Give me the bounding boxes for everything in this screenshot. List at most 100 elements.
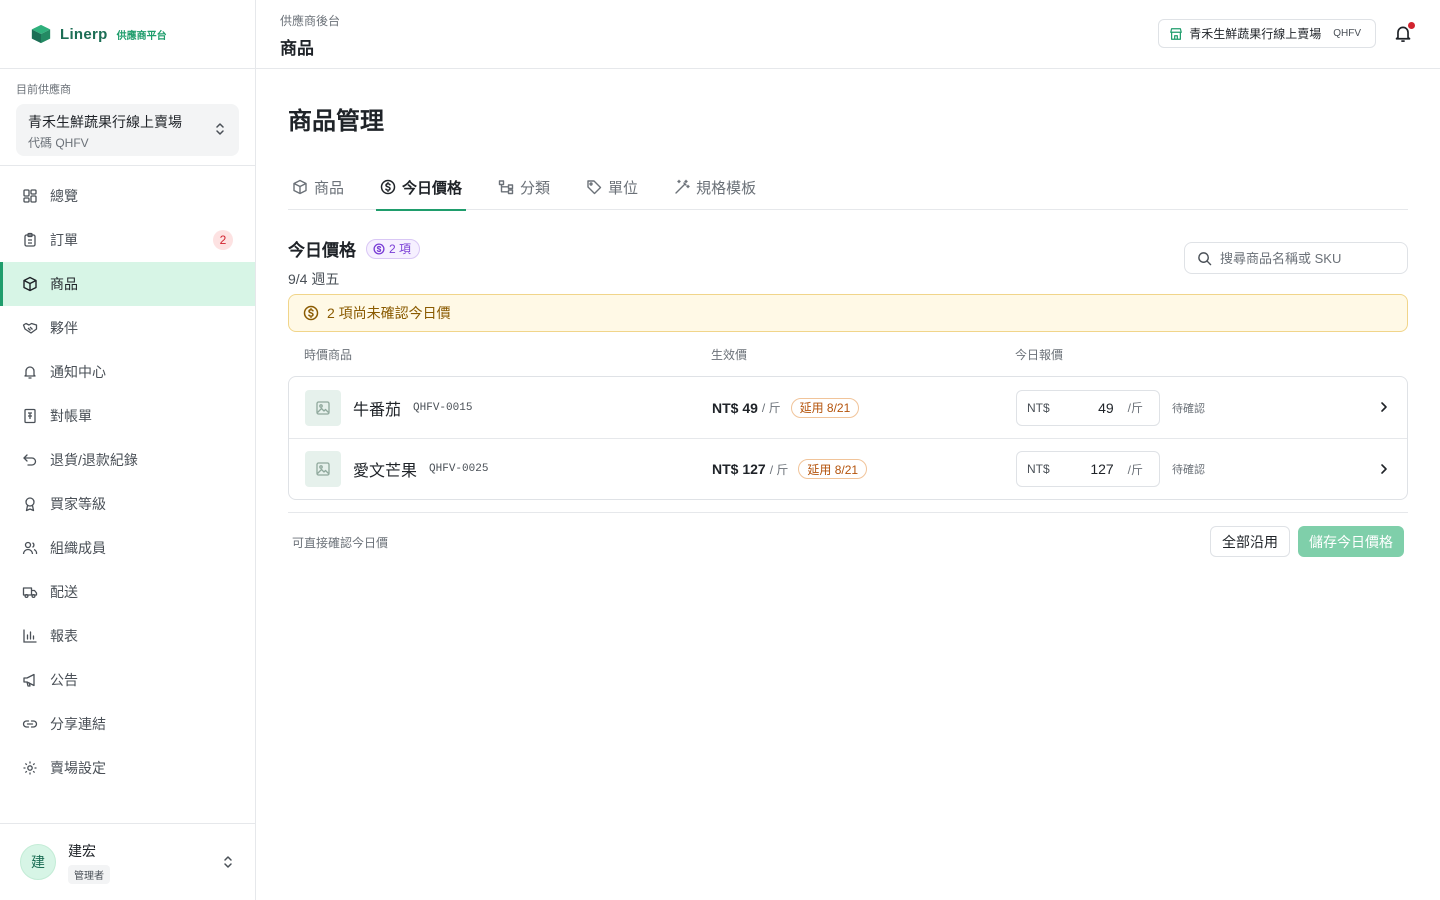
column-header-product: 時價商品	[304, 347, 353, 362]
table-header: 時價商品 生效價 今日報價	[288, 332, 1408, 376]
sidebar-item-members[interactable]: 組織成員	[0, 526, 255, 570]
currency-label: NT$	[1027, 462, 1050, 476]
sidebar-item-label: 配送	[50, 584, 78, 600]
product-cell: 牛番茄 QHFV-0015	[289, 389, 712, 426]
link-icon	[22, 720, 38, 728]
tree-icon	[498, 180, 514, 195]
status-text: 待確認	[1172, 402, 1205, 415]
sidebar-item-label: 商品	[50, 276, 78, 292]
sidebar-item-store-settings[interactable]: 賣場設定	[0, 746, 255, 790]
quote-price-field[interactable]: NT$ /斤	[1016, 451, 1160, 487]
section-title-text: 今日價格	[288, 241, 356, 260]
price-table: 牛番茄 QHFV-0015 NT$ 49 / 斤 延用 8/21 NT$ /斤 …	[288, 376, 1408, 500]
brand[interactable]: Linerp 供應商平台	[0, 0, 255, 69]
search-input[interactable]	[1220, 250, 1400, 266]
unconfirmed-alert: 2 項尚未確認今日價	[288, 294, 1408, 332]
sidebar-item-returns[interactable]: 退貨/退款紀錄	[0, 438, 255, 482]
sidebar-item-label: 通知中心	[50, 364, 106, 380]
sidebar-item-label: 賣場設定	[50, 760, 106, 776]
user-menu[interactable]: 建 建宏 管理者	[0, 823, 255, 900]
orders-count-badge: 2	[213, 230, 233, 250]
box-icon	[293, 179, 307, 195]
sidebar-item-products[interactable]: 商品	[0, 262, 255, 306]
today-price-header: 今日價格 2 項 9/4 週五	[288, 236, 1408, 287]
sidebar-item-partners[interactable]: 夥伴	[0, 306, 255, 350]
grid-icon	[23, 189, 37, 203]
sidebar-item-orders[interactable]: 訂單 2	[0, 218, 255, 262]
user-info: 建宏 管理者	[68, 841, 110, 884]
handshake-icon	[22, 322, 38, 334]
sidebar-item-statements[interactable]: 對帳單	[0, 394, 255, 438]
sidebar-item-label: 訂單	[50, 232, 78, 248]
user-name: 建宏	[68, 842, 96, 859]
store-code: QHFV	[1333, 28, 1361, 39]
sidebar-item-overview[interactable]: 總覽	[0, 174, 255, 218]
main-content: 商品管理 商品 今日價格 分類 單位 規格模板 今日價格 2 項 9/4 週五 …	[288, 69, 1408, 570]
dollar-circle-icon	[373, 242, 385, 255]
tab-spec-templates[interactable]: 規格模板	[670, 164, 760, 210]
action-footer: 可直接確認今日價 全部沿用 儲存今日價格	[288, 512, 1408, 570]
product-cell: 愛文芒果 QHFV-0025	[289, 451, 712, 487]
tab-categories[interactable]: 分類	[494, 164, 554, 210]
sidebar-item-buyer-tiers[interactable]: 買家等級	[0, 482, 255, 526]
sidebar-item-label: 退貨/退款紀錄	[50, 452, 138, 468]
tag-icon	[587, 180, 602, 195]
alert-text: 2 項尚未確認今日價	[327, 305, 451, 321]
table-row[interactable]: 牛番茄 QHFV-0015 NT$ 49 / 斤 延用 8/21 NT$ /斤 …	[289, 377, 1407, 438]
tab-products[interactable]: 商品	[288, 164, 348, 210]
bar-chart-icon	[23, 629, 37, 643]
price-unit: / 斤	[769, 462, 789, 477]
sidebar-item-label: 總覽	[50, 188, 78, 204]
quote-unit: /斤	[1127, 462, 1144, 477]
store-selector[interactable]: 青禾生鮮蔬果行線上賣場 QHFV	[1158, 19, 1376, 48]
table-row[interactable]: 愛文芒果 QHFV-0025 NT$ 127 / 斤 延用 8/21 NT$ /…	[289, 438, 1407, 499]
item-count-badge: 2 項	[366, 238, 421, 259]
product-thumbnail	[305, 389, 341, 426]
search-icon	[1198, 251, 1212, 265]
quote-cell: NT$ /斤 待確認	[1016, 451, 1407, 487]
item-count-text: 2 項	[389, 242, 412, 256]
sidebar-item-notifications[interactable]: 通知中心	[0, 350, 255, 394]
product-thumbnail	[305, 451, 341, 487]
tab-bar: 商品 今日價格 分類 單位 規格模板	[288, 164, 1408, 211]
clipboard-icon	[24, 232, 36, 247]
status-text: 待確認	[1172, 464, 1205, 476]
dollar-circle-icon	[380, 179, 396, 195]
quote-price-input[interactable]	[1057, 461, 1114, 477]
sidebar-item-announcements[interactable]: 公告	[0, 658, 255, 702]
effective-price: NT$ 49	[712, 399, 758, 416]
notification-bell-button[interactable]	[1394, 22, 1415, 43]
effective-price: NT$ 127	[712, 461, 766, 477]
quote-price-field[interactable]: NT$ /斤	[1016, 389, 1160, 426]
vendor-name: 青禾生鮮蔬果行線上賣場	[28, 114, 182, 130]
brand-name: Linerp	[60, 25, 108, 43]
vendor-switcher[interactable]: 青禾生鮮蔬果行線上賣場 代碼 QHFV	[16, 104, 239, 156]
gear-icon	[23, 761, 37, 775]
apply-all-button[interactable]: 全部沿用	[1210, 526, 1290, 557]
product-sku: QHFV-0025	[429, 463, 489, 475]
truck-icon	[22, 587, 38, 599]
sidebar-nav: 總覽 訂單 2 商品 夥伴 通知中心 對帳單 退貨/退款紀錄 買家等級 組織成員…	[0, 166, 255, 790]
award-icon	[25, 497, 35, 512]
sidebar-item-label: 夥伴	[50, 320, 78, 336]
save-today-price-button[interactable]: 儲存今日價格	[1298, 526, 1404, 557]
quote-price-input[interactable]	[1057, 399, 1114, 416]
sidebar-item-share-links[interactable]: 分享連結	[0, 702, 255, 746]
megaphone-icon	[23, 673, 35, 687]
tab-today-price[interactable]: 今日價格	[376, 164, 467, 211]
notification-dot	[1408, 22, 1415, 29]
sidebar-item-reports[interactable]: 報表	[0, 614, 255, 658]
box-icon	[23, 276, 37, 292]
tab-units[interactable]: 單位	[582, 164, 642, 210]
search-box[interactable]	[1184, 242, 1408, 274]
user-role-badge: 管理者	[68, 864, 110, 884]
chevron-right-icon[interactable]	[1379, 463, 1389, 475]
product-name: 愛文芒果	[353, 463, 418, 480]
sidebar-item-label: 組織成員	[50, 540, 106, 556]
sidebar-item-delivery[interactable]: 配送	[0, 570, 255, 614]
footer-note: 可直接確認今日價	[292, 536, 389, 550]
image-placeholder-icon	[316, 462, 330, 476]
price-unit: / 斤	[761, 401, 781, 415]
quote-cell: NT$ /斤 待確認	[1016, 389, 1407, 426]
chevron-right-icon[interactable]	[1379, 401, 1389, 413]
